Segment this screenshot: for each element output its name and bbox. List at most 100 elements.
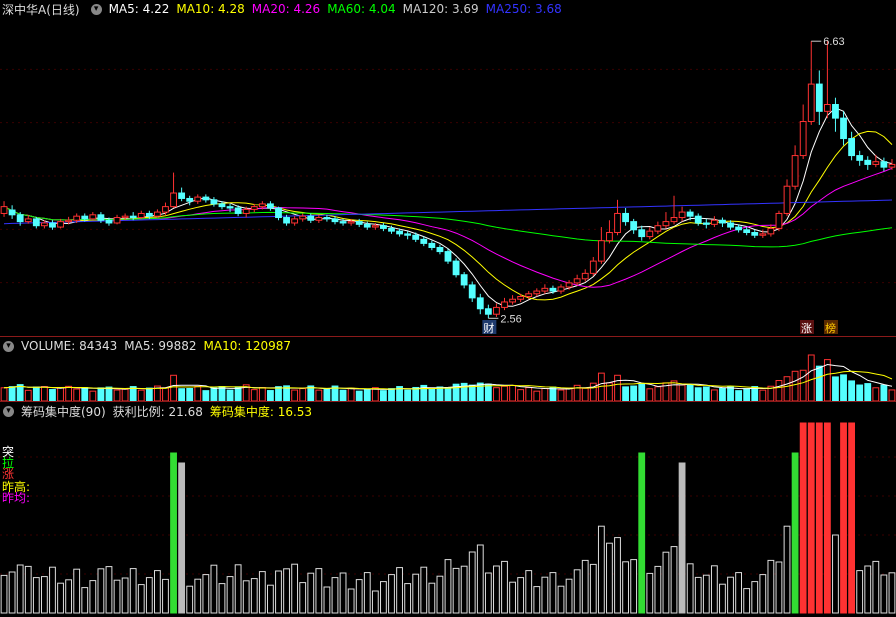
volume-bar — [275, 386, 282, 401]
volume-bar — [73, 388, 81, 401]
volume-bar — [444, 387, 452, 401]
candle — [791, 155, 799, 187]
candle — [444, 251, 452, 262]
chip-bar — [242, 580, 250, 614]
candle — [606, 232, 613, 242]
candle — [735, 226, 743, 231]
candle — [40, 222, 48, 227]
ma10-label: MA10: 4.28 — [176, 2, 245, 16]
volume-bar — [436, 386, 444, 401]
candle — [501, 301, 508, 308]
candle — [630, 221, 638, 231]
candle — [8, 209, 16, 216]
volume-bar — [113, 389, 121, 401]
candle — [355, 221, 363, 225]
candle — [178, 192, 186, 199]
candle — [49, 222, 56, 228]
chip-bar-chart[interactable] — [0, 418, 896, 615]
chevron-down-icon[interactable]: ▾ — [3, 340, 14, 352]
volume-bar — [299, 388, 307, 401]
chip-bar — [501, 560, 508, 614]
candle — [113, 217, 121, 224]
chip-bar — [727, 576, 734, 614]
chip-bar — [420, 566, 428, 614]
candle — [331, 218, 339, 223]
chip-bar — [291, 563, 299, 614]
candle — [380, 225, 387, 229]
volume-bar — [380, 390, 387, 401]
chip-bar — [186, 585, 194, 614]
candlestick-chart[interactable]: 6.63 2.56 财 涨榜 — [0, 16, 896, 336]
candle — [743, 229, 751, 234]
chip-bar — [436, 575, 444, 614]
candle — [258, 203, 266, 208]
chip-bar — [0, 574, 8, 614]
volume-bar — [775, 380, 783, 401]
volume-bar — [719, 388, 726, 401]
volume-bar — [815, 365, 823, 401]
volume-bar — [525, 387, 533, 401]
volume-ma5-label: MA5: 99882 — [124, 339, 197, 353]
chip-bar — [234, 564, 242, 614]
candle — [759, 233, 767, 236]
chip-bar — [557, 585, 565, 614]
volume-ma5-line — [3, 363, 893, 390]
candle — [662, 221, 670, 227]
chip-bar — [614, 537, 621, 614]
chip-bar — [355, 579, 363, 614]
candle — [775, 212, 783, 229]
chip-bar — [444, 559, 452, 614]
chip-bar — [775, 561, 783, 614]
candle — [250, 206, 258, 210]
volume-bar — [888, 389, 896, 401]
candle — [686, 211, 694, 217]
profit-ratio-label: 获利比例: 21.68 — [112, 404, 203, 419]
chip-bar — [791, 452, 799, 614]
chip-bar — [654, 565, 662, 614]
candle — [767, 227, 775, 235]
chevron-down-icon[interactable]: ▾ — [3, 405, 14, 417]
candle — [218, 203, 226, 208]
volume-bar — [250, 389, 258, 401]
chip-bar — [210, 564, 218, 614]
candle — [371, 225, 379, 228]
candle — [388, 227, 395, 232]
volume-bar — [186, 388, 194, 401]
volume-chart[interactable] — [0, 353, 896, 401]
chip-bar — [581, 559, 589, 614]
volume-bar — [226, 389, 234, 401]
volume-panel[interactable]: ▾ VOLUME: 84343 MA5: 99882 MA10: 120987 — [0, 337, 896, 401]
candle — [145, 212, 153, 217]
chip-bar — [807, 422, 815, 614]
candle — [597, 240, 605, 262]
chip-bar — [702, 574, 710, 614]
volume-bar — [315, 389, 323, 401]
candle — [573, 278, 581, 284]
volume-bar — [202, 390, 210, 401]
candle — [710, 219, 718, 225]
chip-bar — [533, 586, 541, 614]
chip-bar — [767, 559, 775, 614]
chip-bar — [323, 586, 331, 614]
candle — [315, 217, 323, 221]
price-panel[interactable]: 深中华A(日线) ▾ MA5: 4.22 MA10: 4.28 MA20: 4.… — [0, 0, 896, 336]
chip-bar — [517, 577, 525, 614]
candle — [194, 196, 202, 202]
volume-bar — [654, 386, 662, 401]
chip-bar — [404, 583, 412, 614]
chip-bar — [493, 565, 500, 614]
chip-panel[interactable]: ▾ 筹码集中度(90) 获利比例: 21.68 筹码集中度: 16.53 突 拉… — [0, 402, 896, 617]
candle — [404, 233, 412, 236]
chip-bar — [81, 587, 89, 614]
chip-bar — [662, 551, 670, 614]
candle — [581, 272, 589, 280]
volume-bar — [81, 387, 89, 401]
stock-name: 深中华A(日线) — [2, 2, 80, 17]
volume-bar — [646, 388, 654, 401]
chip-bar — [178, 462, 186, 614]
chip-bar — [565, 578, 573, 614]
candle — [614, 212, 621, 234]
chevron-down-icon[interactable]: ▾ — [90, 3, 102, 15]
chip-bar — [783, 525, 791, 614]
chip-bar — [476, 544, 484, 614]
